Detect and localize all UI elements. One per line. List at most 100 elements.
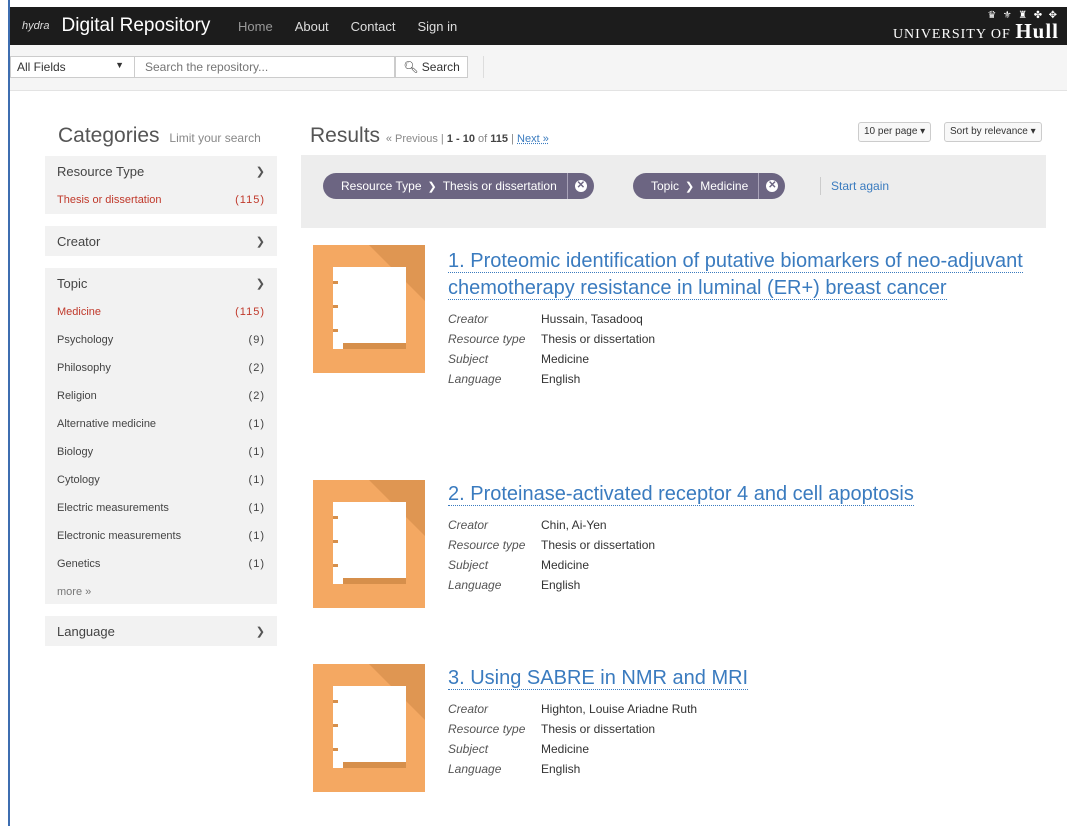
facet-item-label: Alternative medicine [57,418,157,430]
facet-item-cytology[interactable]: Cytology (1) [45,466,277,494]
meta-language: English [541,372,581,386]
pagination-summary: « Previous | 1 - 10 of 115 | Next » [385,133,549,145]
university-prefix: UNIVERSITY OF [892,27,1011,42]
meta-language: English [541,762,581,776]
nav-contact-link[interactable]: Contact [351,19,396,34]
facet-item-genetics[interactable]: Genetics (1) [45,550,277,578]
facet-header-resource-type[interactable]: Resource Type ❯ [45,156,277,186]
meta-label: Creator [448,702,489,716]
filter-value: Medicine [700,179,749,193]
facet-item-count: (9) [248,334,265,346]
facet-item-thesis[interactable]: Thesis or dissertation (115) [45,186,277,214]
facet-item-psychology[interactable]: Psychology (9) [45,326,277,354]
facet-item-label: Philosophy [57,362,111,374]
search-button[interactable]: 🔍︎ Search [395,56,468,78]
meta-resource-type: Thesis or dissertation [541,722,656,736]
meta-label: Language [448,372,502,386]
meta-label: Creator [448,518,489,532]
facet-item-label: Genetics [57,558,101,570]
window-frame-edge [8,0,10,826]
nav-about-link[interactable]: About [295,19,329,34]
results-range: 1 - 10 [446,133,475,145]
result-metadata: Creator Chin, Ai-Yen Resource type Thesis … [448,518,1028,592]
chevron-right-icon: ❯ [685,180,695,193]
facet-resource-type: Resource Type ❯ Thesis or dissertation (… [45,156,277,214]
meta-resource-type: Thesis or dissertation [541,332,656,346]
close-icon: ✕ [766,180,779,192]
university-name: Hull [1015,19,1059,43]
result-item: 2. Proteinase-activated receptor 4 and c… [448,481,1028,592]
facet-label: Resource Type [57,163,145,179]
filter-field: Resource Type [341,179,422,193]
remove-filter-button[interactable]: ✕ [758,173,785,199]
filter-field: Topic [651,179,680,193]
next-link[interactable]: Next » [517,133,549,145]
more-link-label: more » [57,586,92,598]
result-item: 1. Proteomic identification of putative … [448,248,1028,386]
filter-value: Thesis or dissertation [442,179,557,193]
search-input[interactable] [135,56,395,78]
result-title-link[interactable]: 2. Proteinase-activated receptor 4 and c… [448,481,1028,508]
start-again-link[interactable]: Start again [820,177,889,195]
facet-language: Language ❯ [45,616,277,646]
facet-item-count: (115) [235,306,265,318]
results-title: Results [310,124,381,147]
result-title-link[interactable]: 1. Proteomic identification of putative … [448,248,1028,302]
nav-links: Home About Contact Sign in [238,7,479,45]
facet-item-philosophy[interactable]: Philosophy (2) [45,354,277,382]
meta-resource-type: Thesis or dissertation [541,538,656,552]
result-title-text: 3. Using SABRE in NMR and MRI [448,667,749,690]
caret-down-icon: ▼ [115,60,124,70]
facet-item-religion[interactable]: Religion (2) [45,382,277,410]
notebook-icon [333,686,406,768]
nav-signin-link[interactable]: Sign in [417,19,457,34]
result-title-link[interactable]: 3. Using SABRE in NMR and MRI [448,665,1028,692]
caret-down-icon: ▾ [920,126,926,137]
facet-creator: Creator ❯ [45,226,277,256]
facet-header-creator[interactable]: Creator ❯ [45,226,277,256]
search-field-select[interactable]: All Fields ▼ [10,56,135,78]
facet-item-label: Medicine [57,306,102,318]
facet-item-electronic-measurements[interactable]: Electronic measurements (1) [45,522,277,550]
thesis-thumbnail[interactable] [313,245,425,373]
facet-item-medicine[interactable]: Medicine (115) [45,298,277,326]
nav-home-link[interactable]: Home [238,19,273,34]
categories-title: Categories [58,124,160,147]
results-total: 115 [490,133,509,145]
chevron-right-icon: ❯ [255,235,265,248]
remove-filter-button[interactable]: ✕ [566,173,594,199]
meta-label: Subject [448,352,489,366]
result-metadata: Creator Highton, Louise Ariadne Ruth Reso… [448,702,1028,776]
per-page-dropdown[interactable]: 10 per page ▾ [858,122,932,142]
filter-chip-topic: Topic ❯ Medicine ✕ [633,173,786,199]
sort-label: Sort by relevance [950,126,1028,137]
search-button-label: Search [421,60,460,74]
thesis-thumbnail[interactable] [313,664,425,792]
meta-language: English [541,578,581,592]
facet-item-count: (1) [248,558,265,570]
facet-item-electric-measurements[interactable]: Electric measurements (1) [45,494,277,522]
categories-heading: Categories Limit your search [58,124,261,148]
facet-header-topic[interactable]: Topic ❯ [45,268,277,298]
facet-item-biology[interactable]: Biology (1) [45,438,277,466]
per-page-label: 10 per page [864,126,918,137]
facet-header-language[interactable]: Language ❯ [45,616,277,646]
facet-item-alternative-medicine[interactable]: Alternative medicine (1) [45,410,277,438]
meta-label: Resource type [448,722,526,736]
facet-item-label: Religion [57,390,97,402]
result-title-text: 2. Proteinase-activated receptor 4 and c… [448,483,914,506]
university-logo[interactable]: ♛ ⚜ ♜ ✤ ✥ UNIVERSITY OF Hull [893,10,1059,44]
site-title[interactable]: Digital Repository [62,15,211,37]
facet-item-count: (2) [248,390,265,402]
categories-subtitle: Limit your search [169,131,261,145]
thesis-thumbnail[interactable] [313,480,425,608]
top-navbar: hydra Digital Repository Home About Cont… [10,7,1067,45]
sort-dropdown[interactable]: Sort by relevance ▾ [944,122,1042,142]
facet-item-label: Cytology [57,474,100,486]
meta-label: Resource type [448,332,526,346]
meta-subject: Medicine [541,352,590,366]
brand[interactable]: hydra Digital Repository [22,7,210,45]
meta-label: Creator [448,312,489,326]
caret-down-icon: ▾ [1030,126,1036,137]
facet-more-link[interactable]: more » [45,578,277,606]
